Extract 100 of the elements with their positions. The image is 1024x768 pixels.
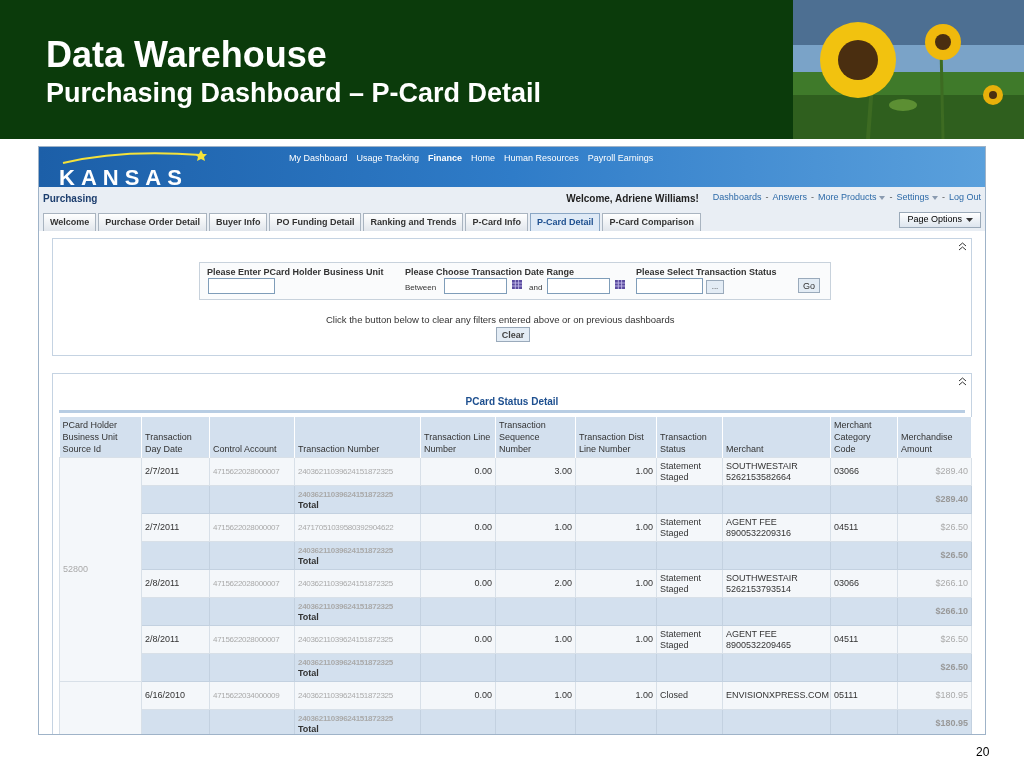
welcome-text: Welcome, Adriene Williams! — [566, 191, 699, 206]
table-cell: $180.95 — [897, 681, 972, 710]
go-button[interactable]: Go — [798, 278, 820, 293]
table-cell: 0.00 — [420, 681, 496, 710]
table-cell: Statement Staged — [656, 457, 723, 486]
header-link[interactable]: Dashboards — [712, 191, 762, 205]
table-cell: 1.00 — [575, 681, 657, 710]
caret-icon — [879, 196, 886, 200]
table-cell: Statement Staged — [656, 513, 723, 542]
table-cell: ENVISIONXPRESS.COM — [722, 681, 831, 710]
table-cell: 1.00 — [575, 513, 657, 542]
table-cell: Statement Staged — [656, 625, 723, 654]
table-cell: 03066 — [830, 569, 898, 598]
header-link[interactable]: More Products — [817, 191, 886, 205]
table-cell-text: 24036211039624151872325 — [298, 600, 394, 612]
table-cell: 24036211039624151872325 — [294, 625, 421, 654]
table-cell: 6/16/2010 — [141, 681, 210, 710]
column-header: Transaction Sequence Number — [495, 417, 576, 458]
table-cell: $289.40 — [897, 485, 972, 514]
tab[interactable]: Buyer Info — [208, 213, 268, 231]
nav-link[interactable]: Finance — [428, 152, 463, 187]
table-cell-text: Total — [298, 499, 320, 511]
table-cell: 0.00 — [420, 569, 496, 598]
table-cell: 4715622028000007 — [209, 457, 295, 486]
slide-title: Data Warehouse — [46, 34, 328, 76]
table-cell: 2/7/2011 — [141, 457, 210, 486]
table-cell: 4715622028000007 — [209, 569, 295, 598]
column-header: Transaction Dist Line Number — [575, 417, 657, 458]
table-cell: 1.00 — [495, 681, 576, 710]
slide-subtitle: Purchasing Dashboard – P-Card Detail — [46, 77, 543, 110]
table-cell: $26.50 — [897, 513, 972, 542]
calendar-icon[interactable] — [615, 280, 625, 289]
table-cell: $26.50 — [897, 541, 972, 570]
start-date-field[interactable] — [444, 278, 507, 294]
table-cell-text: Total — [298, 667, 320, 679]
table-cell: 1.00 — [575, 569, 657, 598]
status-field[interactable] — [636, 278, 703, 294]
table-cell: 1.00 — [575, 457, 657, 486]
tab[interactable]: P-Card Info — [465, 213, 528, 231]
tab[interactable]: PO Funding Detail — [269, 213, 362, 231]
nav-link[interactable]: Human Resources — [504, 152, 579, 187]
caret-icon — [966, 218, 973, 222]
table-cell: 0.00 — [420, 457, 496, 486]
page-options-button[interactable]: Page Options — [899, 212, 981, 228]
collapse-icon[interactable] — [958, 242, 967, 251]
nav-link[interactable]: Home — [471, 152, 496, 187]
between-label: Between — [405, 282, 437, 294]
kansas-logo: KANSAS — [39, 147, 289, 187]
column-header: Merchandise Amount — [897, 417, 972, 458]
field-label: Please Choose Transaction Date Range — [405, 266, 575, 279]
table-cell: 04511 — [830, 625, 898, 654]
page-number: 20 — [976, 744, 990, 761]
table-cell: 24036211039624151872325 — [294, 569, 421, 598]
table-cell: 4715622028000007 — [209, 625, 295, 654]
tab[interactable]: Welcome — [43, 213, 97, 231]
end-date-field[interactable] — [547, 278, 610, 294]
calendar-icon[interactable] — [512, 280, 522, 289]
column-header: PCard Holder Business Unit Source Id — [59, 417, 142, 458]
separator-text: - — [765, 191, 769, 205]
column-header: Transaction Status — [656, 417, 723, 458]
table-cell-text: 24036211039624151872325 — [298, 712, 394, 724]
collapse-icon[interactable] — [958, 377, 967, 386]
table-cell: AGENT FEE 8900532209465 — [722, 625, 831, 654]
business-unit-field[interactable] — [208, 278, 275, 294]
table-cell: $26.50 — [897, 653, 972, 682]
table-cell-text: 24036211039624151872325 — [298, 488, 394, 500]
table-cell: 24036211039624151872325 — [294, 681, 421, 710]
table-cell: $289.40 — [897, 457, 972, 486]
column-header: Transaction Number — [294, 417, 421, 458]
nav-link[interactable]: Usage Tracking — [356, 152, 420, 187]
table-cell: 1.00 — [495, 625, 576, 654]
table-cell-text: 24036211039624151872325 — [298, 544, 394, 556]
separator-text: - — [810, 191, 814, 205]
table-cell: $26.50 — [897, 625, 972, 654]
nav-link[interactable]: Payroll Earnings — [587, 152, 654, 187]
table-cell: $266.10 — [897, 569, 972, 598]
table-cell: 24036211039624151872325 — [294, 457, 421, 486]
table-cell: 3.00 — [495, 457, 576, 486]
table-cell: 1.00 — [495, 513, 576, 542]
column-header: Control Account — [209, 417, 295, 458]
table-cell: $266.10 — [897, 597, 972, 626]
column-header: Transaction Day Date — [141, 417, 210, 458]
browse-button[interactable]: ... — [706, 280, 724, 294]
table-cell-text: Total — [298, 611, 320, 623]
tab[interactable]: Ranking and Trends — [363, 213, 464, 231]
table-cell: Statement Staged — [656, 569, 723, 598]
caret-icon — [931, 196, 938, 200]
table-cell: 2.00 — [495, 569, 576, 598]
tab[interactable]: P-Card Detail — [529, 213, 601, 231]
tab[interactable]: P-Card Comparison — [602, 213, 701, 231]
clear-button[interactable]: Clear — [496, 327, 530, 342]
header-link[interactable]: Answers — [772, 191, 807, 205]
column-header: Merchant Category Code — [830, 417, 898, 458]
header-link[interactable]: Settings — [896, 191, 938, 205]
header-link[interactable]: Log Out — [948, 191, 981, 205]
table-cell: 2/7/2011 — [141, 513, 210, 542]
table-cell: SOUTHWESTAIR 5262153793514 — [722, 569, 831, 598]
nav-link[interactable]: My Dashboard — [289, 152, 348, 187]
tab[interactable]: Purchase Order Detail — [98, 213, 207, 231]
table-cell: 0.00 — [420, 625, 496, 654]
